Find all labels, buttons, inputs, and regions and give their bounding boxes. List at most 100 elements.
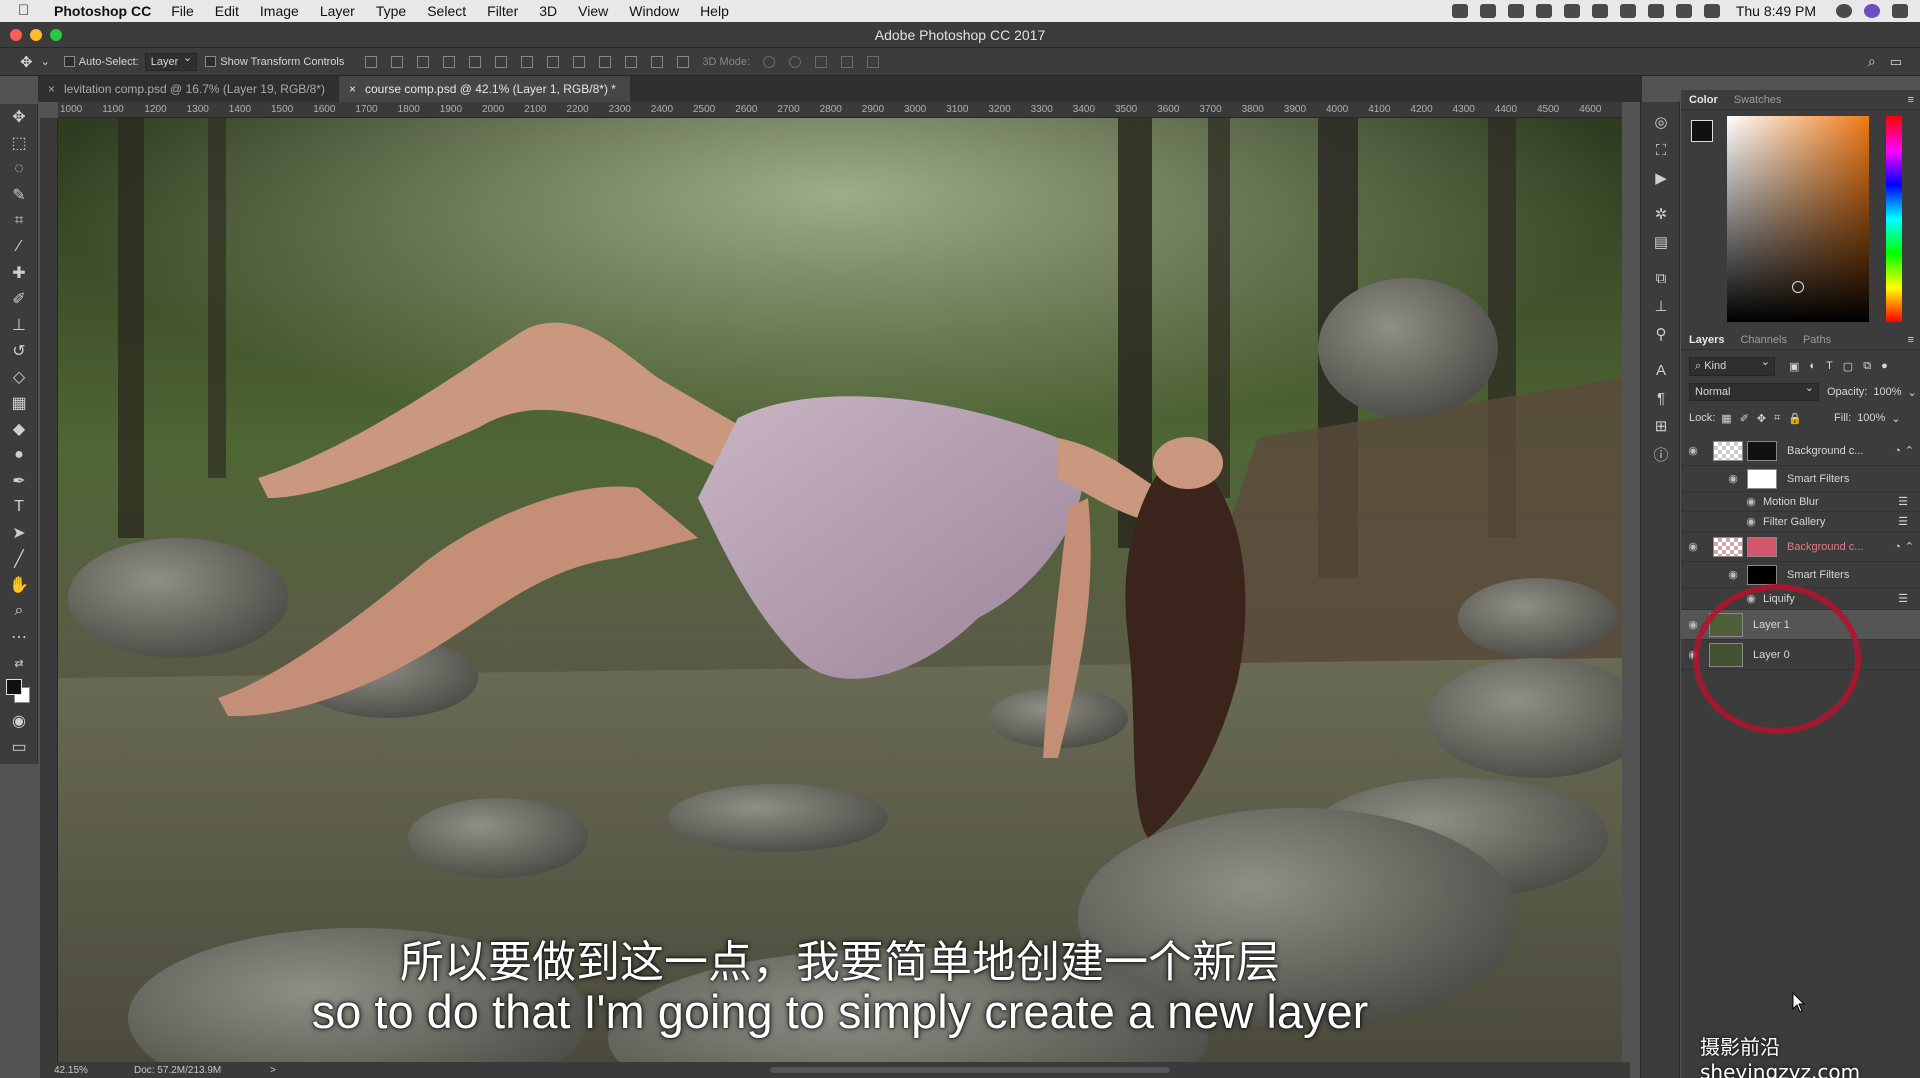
distribute-vcenter-icon[interactable] bbox=[547, 55, 560, 68]
menu-file[interactable]: File bbox=[171, 3, 194, 19]
align-left-icon[interactable] bbox=[443, 55, 456, 68]
layer-row[interactable]: ◉ Background c... ◔ ⌃ bbox=[1681, 436, 1920, 466]
document-canvas[interactable]: 所以要做到这一点，我要简单地创建一个新层 so to do that I'm g… bbox=[58, 118, 1622, 1062]
eyedropper-tool-icon[interactable]: ⁄ bbox=[0, 234, 38, 260]
layer-row[interactable]: ◉ Background c... ◔ ⌃ bbox=[1681, 532, 1920, 562]
more-tools-icon[interactable]: ⋯ bbox=[0, 624, 38, 650]
spotlight-icon[interactable] bbox=[1836, 4, 1852, 18]
layer-mask-thumbnail[interactable] bbox=[1747, 440, 1777, 461]
lasso-tool-icon[interactable]: ◌ bbox=[0, 156, 38, 182]
lock-artboard-icon[interactable]: ⌗ bbox=[1774, 412, 1780, 425]
healing-brush-icon[interactable]: ✚ bbox=[0, 260, 38, 286]
visibility-eye-icon[interactable]: ◉ bbox=[1725, 568, 1741, 581]
tray-icon[interactable] bbox=[1479, 4, 1496, 18]
tab-levitation-comp[interactable]: × levitation comp.psd @ 16.7% (Layer 19,… bbox=[38, 76, 339, 102]
minimize-window-button[interactable] bbox=[30, 29, 42, 41]
color-field[interactable] bbox=[1727, 116, 1869, 322]
tool-presets-icon[interactable]: ⊥ bbox=[1641, 292, 1681, 320]
smart-filter-mask-thumbnail[interactable] bbox=[1747, 564, 1777, 585]
tray-icon[interactable] bbox=[1591, 4, 1608, 18]
tray-icon[interactable] bbox=[1451, 4, 1468, 18]
layer-row-filter[interactable]: ◉ Motion Blur ☰ bbox=[1681, 492, 1920, 512]
menu-filter[interactable]: Filter bbox=[487, 3, 518, 19]
filter-shape-icon[interactable]: ▢ bbox=[1843, 360, 1853, 373]
status-menu-arrow[interactable]: > bbox=[270, 1065, 276, 1076]
3d-slide-icon[interactable] bbox=[841, 55, 854, 68]
menu-help[interactable]: Help bbox=[700, 3, 729, 19]
zoom-window-button[interactable] bbox=[50, 29, 62, 41]
zoom-level[interactable]: 42.15% bbox=[54, 1065, 134, 1076]
menu-app-name[interactable]: Photoshop CC bbox=[54, 3, 151, 19]
lock-transparent-icon[interactable]: ▦ bbox=[1721, 412, 1731, 425]
menu-window[interactable]: Window bbox=[629, 3, 679, 19]
marquee-tool-icon[interactable]: ⬚ bbox=[0, 130, 38, 156]
expand-filters-icon[interactable]: ⌃ bbox=[1905, 444, 1914, 457]
lock-pixels-icon[interactable]: ✐ bbox=[1740, 412, 1749, 425]
play-icon[interactable]: ▶ bbox=[1641, 164, 1681, 192]
smart-filter-mask-thumbnail[interactable] bbox=[1747, 468, 1777, 489]
eraser-tool-icon[interactable]: ◇ bbox=[0, 364, 38, 390]
brush-settings-icon[interactable]: ✲ bbox=[1641, 200, 1681, 228]
panel-menu-icon[interactable]: ≡ bbox=[1908, 334, 1914, 346]
screen-mode-icon[interactable]: ▭ bbox=[0, 734, 38, 760]
actions-icon[interactable]: ⛶ bbox=[1641, 136, 1681, 164]
menu-edit[interactable]: Edit bbox=[215, 3, 239, 19]
panel-menu-icon[interactable]: ≡ bbox=[1908, 94, 1914, 106]
foreground-color-swatch[interactable] bbox=[1691, 120, 1713, 142]
filter-toggle-icon[interactable]: ● bbox=[1881, 360, 1888, 372]
paragraph-icon[interactable]: ¶ bbox=[1641, 384, 1681, 412]
align-bottom-icon[interactable] bbox=[417, 55, 430, 68]
3d-scale-icon[interactable] bbox=[867, 55, 880, 68]
fill-value[interactable]: 100% bbox=[1857, 412, 1885, 424]
dodge-tool-icon[interactable]: ● bbox=[0, 442, 38, 468]
align-right-icon[interactable] bbox=[495, 55, 508, 68]
move-tool-icon[interactable]: ✥ bbox=[20, 53, 33, 71]
tray-icon[interactable] bbox=[1507, 4, 1524, 18]
blend-mode-dropdown[interactable]: Normal bbox=[1689, 381, 1819, 401]
tab-channels[interactable]: Channels bbox=[1732, 334, 1794, 346]
siri-icon[interactable] bbox=[1864, 4, 1880, 18]
3d-orbit-icon[interactable] bbox=[763, 55, 776, 68]
close-tab-icon[interactable]: × bbox=[48, 76, 55, 102]
color-picker-ring[interactable] bbox=[1792, 281, 1804, 293]
layer-name[interactable]: Motion Blur bbox=[1763, 496, 1819, 508]
layer-name[interactable]: Filter Gallery bbox=[1763, 516, 1825, 528]
3d-roll-icon[interactable] bbox=[789, 55, 802, 68]
expand-filters-icon[interactable]: ⌃ bbox=[1905, 540, 1914, 553]
notification-icon[interactable] bbox=[1892, 4, 1908, 18]
history-icon[interactable]: ◎ bbox=[1641, 108, 1681, 136]
layer-name[interactable]: Background c... bbox=[1787, 445, 1863, 457]
menu-image[interactable]: Image bbox=[260, 3, 299, 19]
layer-name[interactable]: Background c... bbox=[1787, 541, 1863, 553]
tray-icon[interactable] bbox=[1563, 4, 1580, 18]
distribute-hcenter-icon[interactable] bbox=[625, 55, 638, 68]
menu-select[interactable]: Select bbox=[427, 3, 466, 19]
menu-3d[interactable]: 3D bbox=[539, 3, 557, 19]
transform-controls-checkbox[interactable] bbox=[205, 56, 217, 67]
fill-dropdown-icon[interactable]: ⌄ bbox=[1891, 412, 1900, 425]
tab-color[interactable]: Color bbox=[1681, 94, 1726, 106]
search-icon[interactable]: ⌕ bbox=[1868, 53, 1876, 70]
filter-adjust-icon[interactable]: ◐ bbox=[1809, 360, 1816, 372]
workspace-icon[interactable]: ▭ bbox=[1890, 54, 1902, 70]
layer-row-smart-filters[interactable]: ◉ Smart Filters bbox=[1681, 466, 1920, 492]
filter-blending-options-icon[interactable]: ☰ bbox=[1898, 592, 1908, 605]
blur-tool-icon[interactable]: ◆ bbox=[0, 416, 38, 442]
tab-course-comp[interactable]: × course comp.psd @ 42.1% (Layer 1, RGB/… bbox=[338, 76, 630, 102]
visibility-eye-icon[interactable]: ◉ bbox=[1685, 540, 1701, 553]
info-icon[interactable]: ⓘ bbox=[1641, 440, 1681, 468]
distribute-bottom-icon[interactable] bbox=[573, 55, 586, 68]
brushes-icon[interactable]: ▤ bbox=[1641, 228, 1681, 256]
layer-name[interactable]: Smart Filters bbox=[1787, 569, 1849, 581]
3d-pan-icon[interactable] bbox=[815, 55, 828, 68]
auto-select-checkbox[interactable] bbox=[63, 56, 75, 67]
type-tool-icon[interactable]: T bbox=[0, 494, 38, 520]
tray-icon[interactable] bbox=[1619, 4, 1636, 18]
align-vcenter-icon[interactable] bbox=[391, 55, 404, 68]
crop-tool-icon[interactable]: ⌗ bbox=[0, 208, 38, 234]
menu-type[interactable]: Type bbox=[376, 3, 406, 19]
quick-select-tool-icon[interactable]: ✎ bbox=[0, 182, 38, 208]
tab-layers[interactable]: Layers bbox=[1681, 334, 1732, 346]
distribute-left-icon[interactable] bbox=[599, 55, 612, 68]
visibility-eye-icon[interactable]: ◉ bbox=[1725, 472, 1741, 485]
